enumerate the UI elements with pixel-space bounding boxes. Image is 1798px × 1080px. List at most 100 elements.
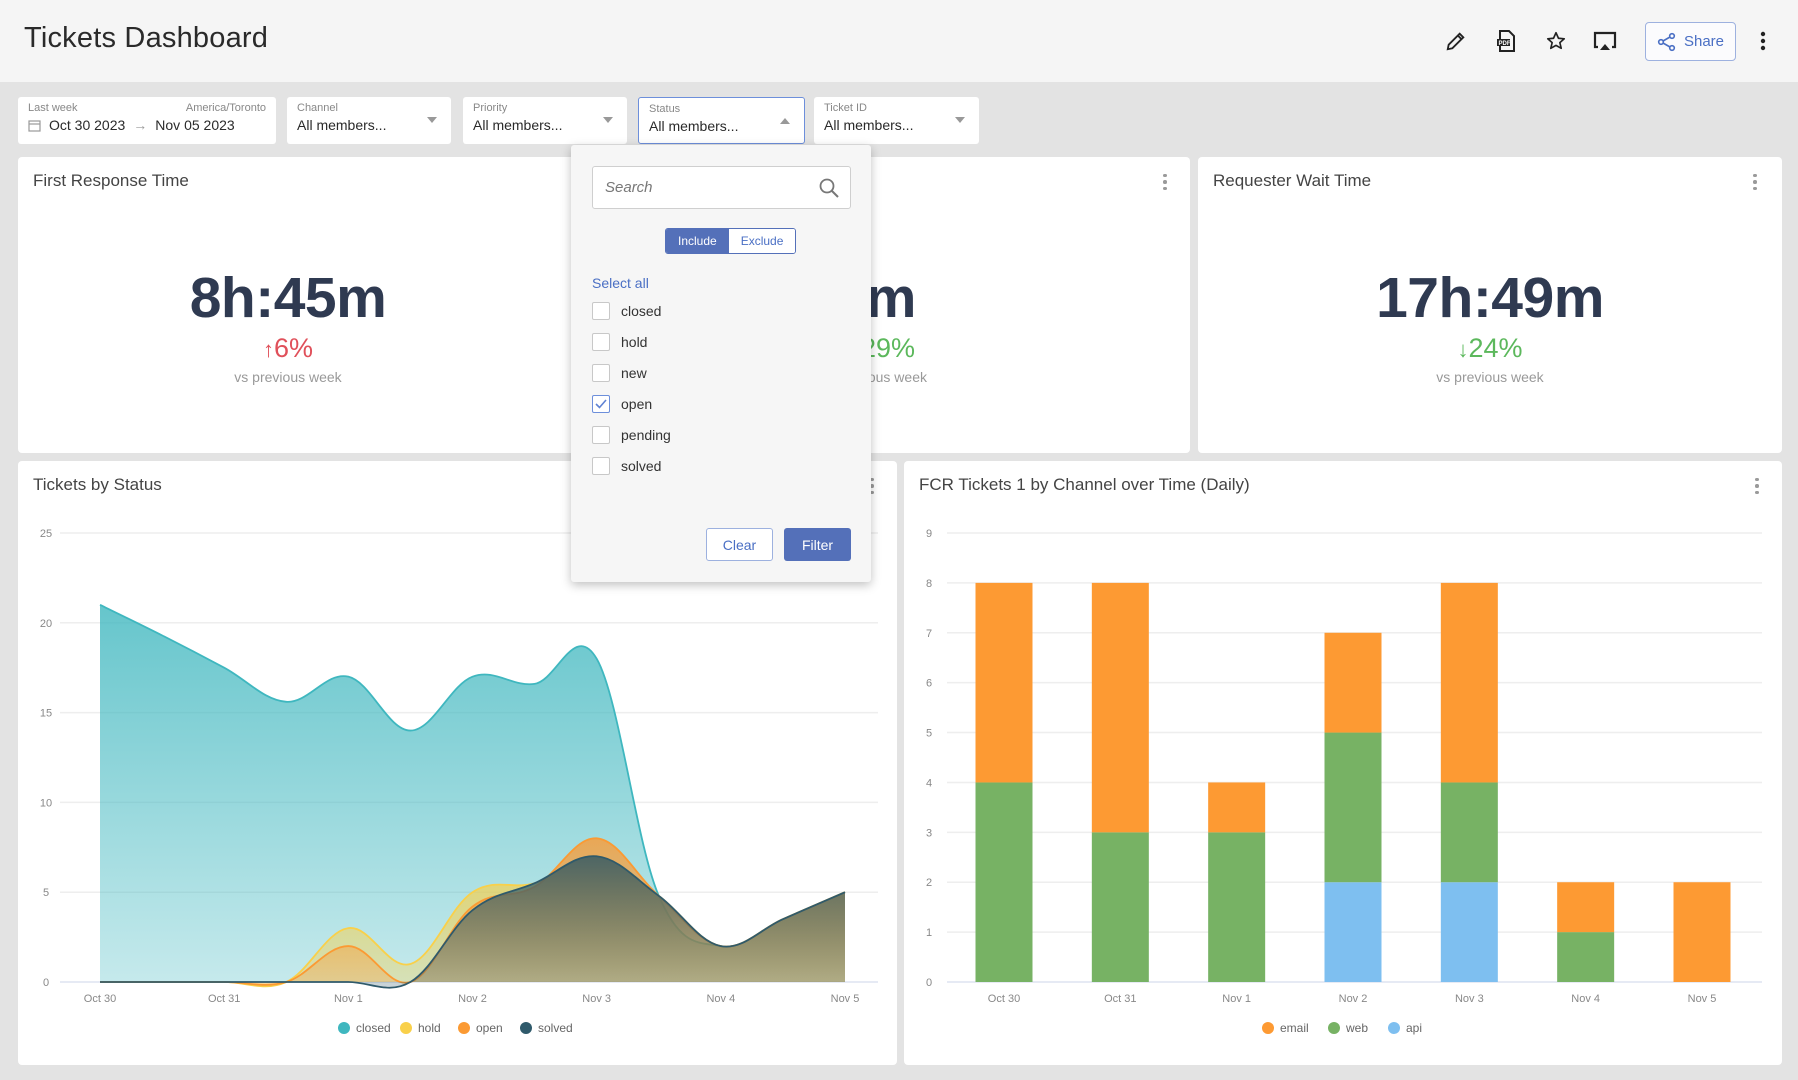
kpi-comparison: vs previous week [234, 369, 342, 385]
more-vertical-icon[interactable] [1748, 26, 1778, 56]
legend-item-solved[interactable]: solved [520, 1021, 573, 1035]
card-menu-icon[interactable] [1157, 171, 1173, 193]
ticket-id-filter-value: All members... [824, 117, 914, 133]
fcr-tickets-by-channel-card: FCR Tickets 1 by Channel over Time (Dail… [904, 461, 1782, 1065]
bar-email-nov-1[interactable] [1208, 782, 1266, 833]
x-tick-label: Nov 1 [1222, 993, 1251, 1005]
bar-email-oct-30[interactable] [975, 582, 1033, 783]
bar-email-oct-31[interactable] [1091, 582, 1149, 833]
header: Tickets Dashboard PDF Share [0, 0, 1798, 82]
bar-email-nov-2[interactable] [1324, 632, 1382, 733]
bar-api-nov-3[interactable] [1440, 882, 1498, 982]
option-label: hold [621, 334, 648, 350]
checkbox[interactable] [592, 395, 610, 413]
share-button[interactable]: Share [1645, 22, 1736, 61]
legend-item-closed[interactable]: closed [338, 1021, 391, 1035]
y-tick-label: 10 [40, 797, 52, 809]
bar-web-nov-2[interactable] [1324, 732, 1382, 883]
exclude-toggle[interactable]: Exclude [728, 229, 796, 253]
legend-marker [338, 1022, 350, 1034]
x-tick-label: Nov 4 [1571, 993, 1600, 1005]
legend-label: email [1280, 1021, 1309, 1035]
x-tick-label: Nov 3 [1455, 993, 1484, 1005]
favorite-star-icon[interactable] [1541, 26, 1571, 56]
kpi-delta: ↓24% [1457, 333, 1523, 363]
status-option-pending[interactable]: pending [592, 424, 671, 446]
status-option-new[interactable]: new [592, 362, 647, 384]
status-filter-label: Status [649, 103, 681, 115]
chevron-up-icon [780, 118, 790, 124]
pdf-export-icon[interactable]: PDF [1491, 26, 1521, 56]
date-range-filter[interactable]: Last week America/Toronto Oct 30 2023 → … [18, 97, 276, 144]
checkbox[interactable] [592, 333, 610, 351]
status-search-input[interactable] [593, 167, 803, 208]
bar-web-oct-31[interactable] [1091, 832, 1149, 982]
chevron-down-icon [427, 117, 437, 123]
legend-item-web[interactable]: web [1328, 1021, 1368, 1035]
checkbox[interactable] [592, 426, 610, 444]
bar-email-nov-3[interactable] [1440, 582, 1498, 783]
arrow-up-icon: ↑ [262, 337, 274, 362]
channel-filter-value: All members... [297, 117, 387, 133]
checkbox[interactable] [592, 302, 610, 320]
status-option-closed[interactable]: closed [592, 300, 661, 322]
checkmark-icon [595, 399, 607, 409]
x-tick-label: Nov 3 [582, 993, 611, 1005]
status-filter[interactable]: Status All members... [638, 97, 805, 144]
select-all-link[interactable]: Select all [592, 275, 649, 291]
x-tick-label: Nov 4 [706, 993, 735, 1005]
clear-button[interactable]: Clear [706, 528, 773, 561]
legend-marker [1262, 1022, 1274, 1034]
y-tick-label: 1 [926, 927, 932, 939]
status-option-open[interactable]: open [592, 393, 652, 415]
y-tick-label: 7 [926, 628, 932, 640]
x-tick-label: Nov 5 [1688, 993, 1717, 1005]
bar-api-nov-2[interactable] [1324, 882, 1382, 982]
priority-filter-value: All members... [473, 117, 563, 133]
ticket-id-filter[interactable]: Ticket ID All members... [814, 97, 979, 144]
status-option-solved[interactable]: solved [592, 455, 661, 477]
kpi-card-requester-wait-time: Requester Wait Time 17h:49m ↓24% vs prev… [1198, 157, 1782, 453]
kpi-comparison: vs previous week [1436, 369, 1544, 385]
status-option-hold[interactable]: hold [592, 331, 647, 353]
y-tick-label: 0 [926, 977, 932, 989]
bar-email-nov-4[interactable] [1557, 882, 1615, 933]
bar-web-nov-3[interactable] [1440, 782, 1498, 883]
legend-item-api[interactable]: api [1388, 1021, 1422, 1035]
arrow-down-icon: ↓ [1457, 337, 1469, 362]
legend-item-open[interactable]: open [458, 1021, 503, 1035]
y-tick-label: 2 [926, 877, 932, 889]
bar-web-nov-4[interactable] [1557, 932, 1615, 982]
bar-web-oct-30[interactable] [975, 782, 1033, 982]
edit-icon[interactable] [1441, 26, 1471, 56]
legend-marker [520, 1022, 532, 1034]
status-filter-value: All members... [649, 118, 739, 134]
bar-web-nov-1[interactable] [1208, 832, 1266, 982]
x-tick-label: Nov 2 [458, 993, 487, 1005]
legend-item-email[interactable]: email [1262, 1021, 1309, 1035]
option-label: solved [621, 458, 662, 474]
filter-button[interactable]: Filter [784, 528, 851, 561]
y-tick-label: 3 [926, 827, 932, 839]
priority-filter-label: Priority [473, 102, 508, 114]
priority-filter[interactable]: Priority All members... [463, 97, 627, 144]
kpi-card-first-response-time: First Response Time 8h:45m ↑6% vs previo… [18, 157, 598, 453]
present-screen-icon[interactable] [1590, 26, 1620, 56]
bar-email-nov-5[interactable] [1673, 882, 1731, 982]
checkbox[interactable] [592, 364, 610, 382]
channel-filter-label: Channel [297, 102, 338, 114]
legend-label: hold [418, 1021, 441, 1035]
checkbox[interactable] [592, 457, 610, 475]
status-search-box[interactable] [592, 166, 851, 209]
y-tick-label: 0 [43, 977, 49, 989]
legend-item-hold[interactable]: hold [400, 1021, 441, 1035]
option-label: pending [621, 427, 671, 443]
channel-filter[interactable]: Channel All members... [287, 97, 451, 144]
timezone-label: America/Toronto [185, 102, 266, 114]
card-menu-icon[interactable] [1747, 171, 1763, 193]
include-toggle[interactable]: Include [666, 229, 729, 253]
svg-text:PDF: PDF [1499, 41, 1511, 47]
legend-label: web [1345, 1021, 1368, 1035]
chevron-down-icon [603, 117, 613, 123]
y-tick-label: 6 [926, 678, 932, 690]
